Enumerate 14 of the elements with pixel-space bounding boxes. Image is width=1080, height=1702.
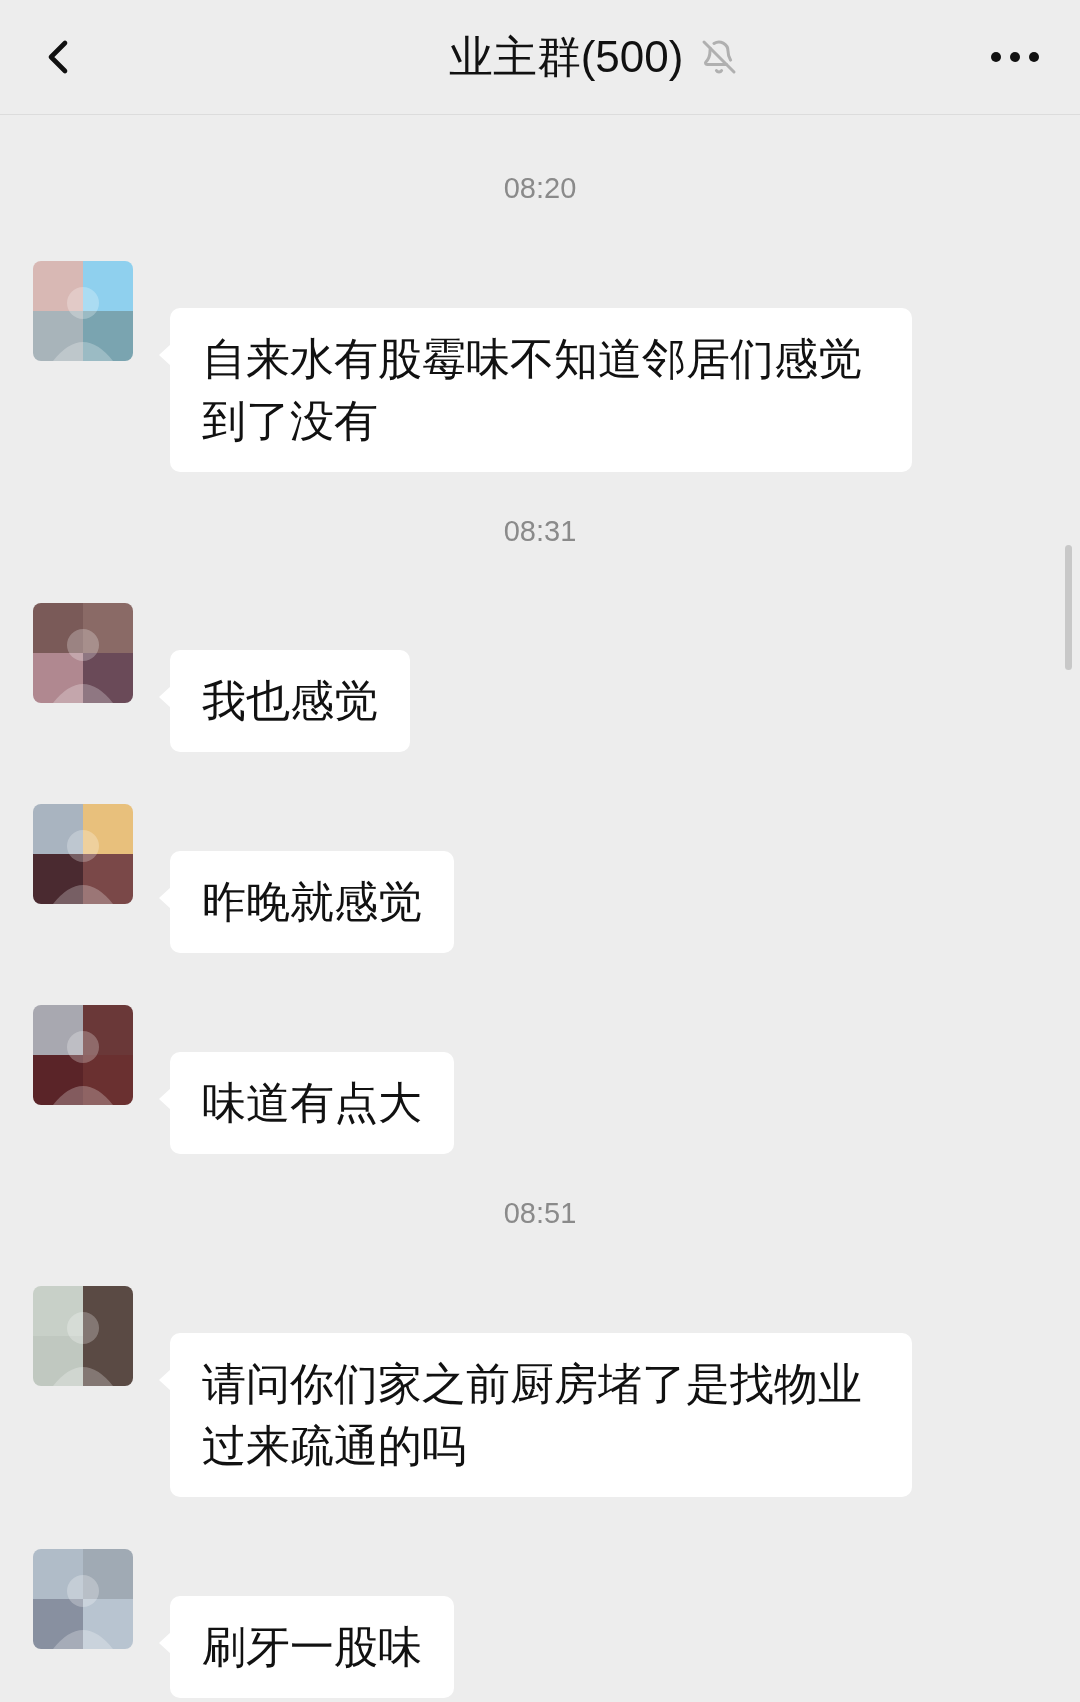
message-bubble: 昨晚就感觉: [170, 851, 454, 953]
timestamp: 08:20: [503, 171, 577, 206]
message-bubble: 味道有点大: [170, 1052, 454, 1154]
message-bubble: 我也感觉: [170, 650, 410, 752]
more-icon[interactable]: [990, 51, 1040, 63]
message-bubble: 请问你们家之前厨房堵了是找物业过来疏通的吗: [170, 1332, 912, 1497]
message-bubble: 自来水有股霉味不知道邻居们感觉到了没有: [170, 307, 912, 472]
message-bubble: 刷牙一股味: [170, 1595, 454, 1698]
chat-title: 业主群(500): [448, 31, 684, 83]
avatar-icon[interactable]: [33, 1005, 133, 1105]
avatar-icon[interactable]: [33, 804, 133, 904]
timestamp: 08:31: [503, 513, 577, 549]
avatar-icon[interactable]: [33, 1285, 133, 1386]
timestamp: 08:51: [503, 1196, 577, 1231]
